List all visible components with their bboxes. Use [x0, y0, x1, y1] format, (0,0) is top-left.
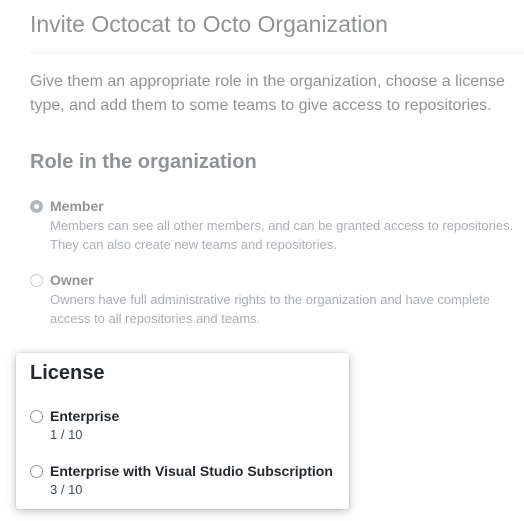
enterprise-radio-button[interactable]	[30, 410, 43, 423]
owner-description: Owners have full administrative rights t…	[50, 292, 491, 326]
license-heading: License	[30, 362, 105, 384]
enterprise-visual-studio-seat-count: 3 / 10	[50, 482, 83, 497]
member-description: Members can see all other members, and c…	[50, 218, 514, 252]
license-card: License Enterprise 1 / 10 Enterprise wit…	[16, 353, 349, 509]
enterprise-seat-count: 1 / 10	[50, 427, 83, 442]
member-label: Member	[50, 198, 104, 214]
title-divider	[30, 52, 524, 53]
owner-label: Owner	[50, 272, 94, 288]
page-title: Invite Octocat to Octo Organization	[30, 11, 388, 37]
invite-page: Invite Octocat to Octo Organization Give…	[0, 0, 524, 521]
intro-text: Give them an appropriate role in the org…	[30, 73, 505, 114]
license-option-enterprise[interactable]: Enterprise 1 / 10	[30, 407, 349, 447]
enterprise-visual-studio-radio-button[interactable]	[30, 465, 43, 478]
license-option-enterprise-visual-studio[interactable]: Enterprise with Visual Studio Subscripti…	[30, 462, 349, 502]
member-radio-button[interactable]	[30, 200, 43, 213]
enterprise-label: Enterprise	[50, 408, 120, 424]
enterprise-visual-studio-label: Enterprise with Visual Studio Subscripti…	[50, 463, 333, 479]
owner-radio-button[interactable]	[30, 274, 43, 287]
role-section-heading: Role in the organization	[30, 151, 257, 173]
